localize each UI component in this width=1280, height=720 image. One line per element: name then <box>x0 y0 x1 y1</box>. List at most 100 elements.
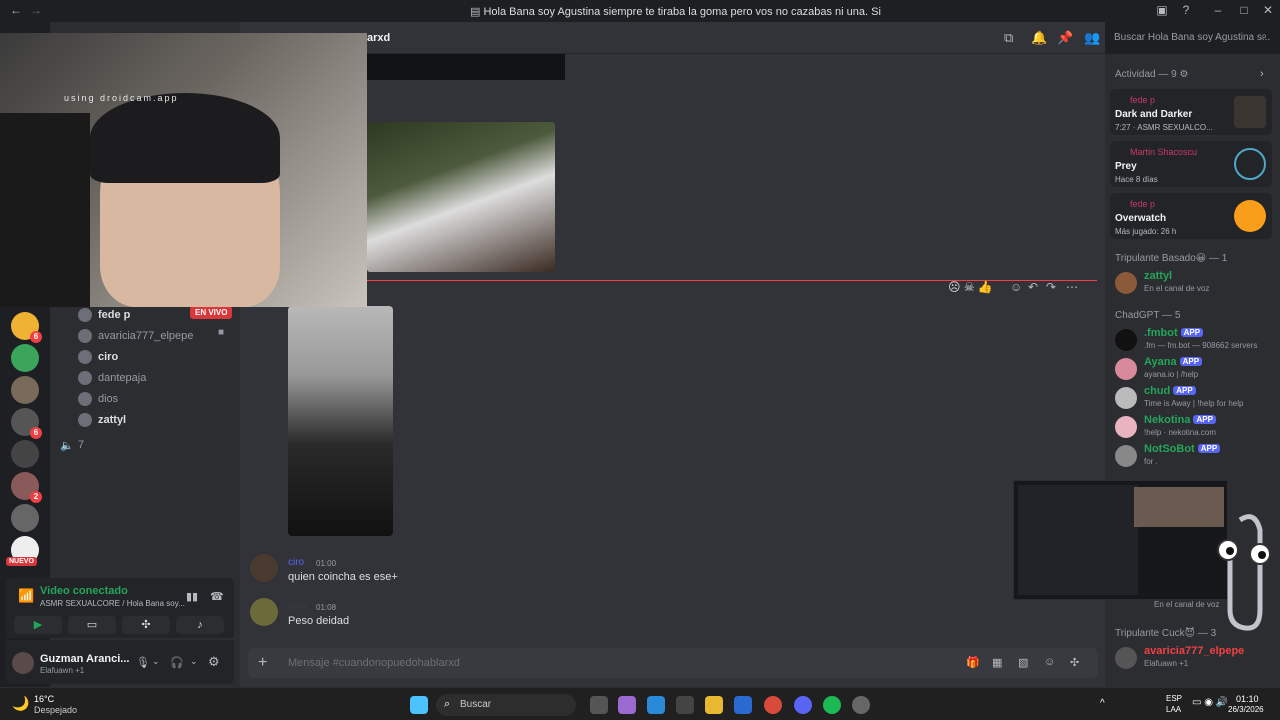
camera-button[interactable]: ▶ <box>14 616 62 634</box>
weather-icon[interactable]: 🌙 <box>12 695 29 712</box>
obs-icon[interactable] <box>852 696 870 714</box>
apps-icon[interactable]: ✣ <box>1070 656 1079 669</box>
activity-card[interactable]: fede p Dark and Darker 7:27 · ASMR SEXUA… <box>1110 89 1272 135</box>
voice-user-name: avaricia777_elpepe <box>98 330 194 342</box>
avatar[interactable] <box>12 652 34 674</box>
edge-icon[interactable] <box>647 696 665 714</box>
more-options-icon[interactable]: ⋯ <box>1066 280 1078 294</box>
inbox-icon[interactable]: ▣ <box>1152 3 1172 17</box>
voice-user[interactable]: zattyl <box>78 410 126 430</box>
server-icon[interactable] <box>11 376 39 404</box>
tray-chevron-icon[interactable]: ^ <box>1100 698 1105 709</box>
disconnect-icon[interactable]: ☎ <box>210 590 224 603</box>
activity-card[interactable]: Martin Shacoscu Prey Hace 8 días <box>1110 141 1272 187</box>
discord-icon[interactable] <box>794 696 812 714</box>
minimize-button[interactable]: – <box>1208 3 1228 17</box>
avatar <box>78 308 92 322</box>
activity-card[interactable]: fede p Overwatch Más jugado: 26 h <box>1110 193 1272 239</box>
help-icon[interactable]: ? <box>1176 3 1196 17</box>
back-arrow-icon[interactable]: ← <box>10 3 22 17</box>
sticker-icon[interactable]: ▧ <box>1018 656 1028 669</box>
avatar <box>78 392 92 406</box>
settings-gear-icon[interactable]: ⚙ <box>208 654 220 670</box>
add-attachment-icon[interactable]: + <box>258 654 267 672</box>
voice-user[interactable]: fede p <box>78 305 130 325</box>
message-avatar[interactable] <box>250 598 278 626</box>
forward-arrow-icon[interactable]: → <box>30 3 42 17</box>
headphones-icon[interactable]: 🎧 <box>170 656 184 669</box>
maximize-button[interactable]: □ <box>1234 3 1254 17</box>
server-icon[interactable] <box>11 440 39 468</box>
channel-name: arxd <box>367 32 391 44</box>
reply-icon[interactable]: ↶ <box>1028 280 1038 294</box>
camera-icon: ■ <box>218 327 225 338</box>
voice-location[interactable]: ASMR SEXUALCORE / Hola Bana soy... <box>40 599 185 608</box>
message-input[interactable]: Mensaje #cuandonopuedohablarxd <box>288 657 460 669</box>
windows-start-icon[interactable] <box>410 696 428 714</box>
clippy-mascot <box>1210 510 1280 635</box>
clock-time[interactable]: 01:10 <box>1236 694 1259 704</box>
chevron-down-icon[interactable]: ⌄ <box>190 656 198 667</box>
clock-date[interactable]: 26/3/2026 <box>1228 705 1264 714</box>
soundboard-button[interactable]: ♪ <box>176 616 224 634</box>
video-thumbnail[interactable] <box>367 122 555 272</box>
message-avatar[interactable] <box>250 554 278 582</box>
voice-user[interactable]: dios <box>78 389 118 409</box>
server-icon[interactable]: 6 <box>11 312 42 343</box>
notification-bell-icon[interactable]: 🔔 <box>1031 30 1047 46</box>
pin-icon[interactable]: 📌 <box>1057 30 1073 46</box>
mail-icon[interactable] <box>734 696 752 714</box>
title-bar: ← → ▤ Hola Bana soy Agustina siempre te … <box>0 0 1280 22</box>
forward-icon[interactable]: ↷ <box>1046 280 1056 294</box>
embed-media[interactable] <box>367 54 565 80</box>
windows-taskbar: 🌙 16°C Despejado ⌕ Buscar ^ ESP LAA ▭ ◉ … <box>0 687 1280 720</box>
server-icon[interactable] <box>11 344 39 372</box>
message-author[interactable]: dary <box>288 601 307 612</box>
weather-desc[interactable]: Despejado <box>34 705 77 715</box>
voice-status: Video conectado <box>40 585 128 597</box>
chrome-icon[interactable] <box>764 696 782 714</box>
taskbar-search[interactable]: ⌕ Buscar <box>436 694 576 716</box>
screen-share-button[interactable]: ▭ <box>68 616 116 634</box>
gif-icon[interactable]: ▦ <box>992 656 1002 669</box>
gift-icon[interactable]: 🎁 <box>966 656 980 669</box>
username[interactable]: Guzman Aranci... <box>40 653 129 665</box>
chevron-right-icon[interactable]: › <box>1260 68 1264 80</box>
voice-connection-panel: 📶 Video conectado ASMR SEXUALCORE / Hola… <box>6 578 234 638</box>
image-attachment[interactable] <box>288 306 393 536</box>
add-reaction-icon[interactable]: ☺ <box>1010 280 1022 294</box>
noise-suppression-icon[interactable]: ▮▮ <box>186 590 198 603</box>
thread-icon: ▤ <box>470 6 484 18</box>
voice-user[interactable]: ciro <box>78 347 118 367</box>
weather-temp[interactable]: 16°C <box>34 694 54 704</box>
message-author[interactable]: ciro <box>288 557 304 568</box>
message-composer[interactable]: + Mensaje #cuandonopuedohablarxd 🎁 ▦ ▧ ☺… <box>248 648 1098 678</box>
file-explorer-icon[interactable] <box>705 696 723 714</box>
members-icon[interactable]: 👥 <box>1084 30 1100 46</box>
chevron-down-icon[interactable]: ⌄ <box>152 656 160 667</box>
webcam-watermark: using droidcam.app <box>64 93 179 103</box>
search-input[interactable]: Buscar Hola Bana soy Agustina s... ⌕ <box>1108 28 1272 48</box>
network-volume-icon[interactable]: ▭ ◉ 🔊 <box>1192 697 1228 708</box>
voice-user[interactable]: dantepaja <box>78 368 146 388</box>
avatar <box>78 329 92 343</box>
server-icon[interactable]: 6 <box>11 408 42 439</box>
close-button[interactable]: ✕ <box>1258 3 1278 17</box>
reaction-icons[interactable]: ☹ ☠ 👍 <box>948 280 993 294</box>
threads-icon[interactable]: ⧉ <box>1004 30 1013 46</box>
copilot-icon[interactable] <box>618 696 636 714</box>
activities-button[interactable]: ✣ <box>122 616 170 634</box>
voice-user-name: dios <box>98 393 119 405</box>
server-icon[interactable]: 2 <box>11 472 42 503</box>
server-icon[interactable] <box>11 504 39 532</box>
user-status: Elafuawn +1 <box>40 666 85 675</box>
store-icon[interactable] <box>676 696 694 714</box>
spotify-icon[interactable] <box>823 696 841 714</box>
emoji-icon[interactable]: ☺ <box>1044 656 1055 668</box>
webcam-overlay: using droidcam.app <box>0 33 367 307</box>
message-timestamp: 01:08 <box>316 603 337 612</box>
language-indicator[interactable]: ESP <box>1166 694 1182 703</box>
task-view-icon[interactable] <box>590 696 608 714</box>
voice-user[interactable]: avaricia777_elpepe <box>78 326 193 346</box>
microphone-icon[interactable]: 🎙 <box>136 656 150 669</box>
